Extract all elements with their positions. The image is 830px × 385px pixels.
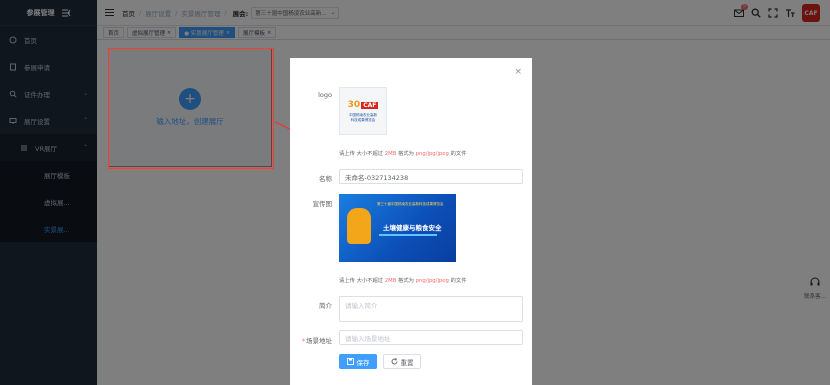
poster-decoration [379,234,437,236]
logo-brand: CAF [361,101,379,109]
refresh-icon [391,358,397,365]
poster-upload-tip: 请上传 大小不超过 2MB 格式为 png/jpg/jpeg 的文件 [339,278,467,284]
reset-button[interactable]: 重置 [383,354,421,369]
scene-url-input[interactable]: 请输入场景地址 [339,330,523,345]
intro-textarea[interactable]: 请输入简介 [339,296,523,322]
name-input[interactable]: 未命名-0327134238 [339,169,523,184]
logo-upload[interactable]: 30 CAF 中国杨凌农业高新 科技成果博览会 [339,87,387,135]
name-label: 名称 [319,175,332,183]
logo-mark-number: 30 [347,100,361,110]
intro-label: 简介 [319,302,332,310]
logo-caption: 中国杨凌农业高新 科技成果博览会 [349,113,377,122]
create-hall-dialog: × logo 30 CAF 中国杨凌农业高新 科技成果博览会 请上传 大小不超过… [290,58,532,385]
mascot-image [347,208,371,244]
poster-subtitle: 第三十届中国杨凌农业高新科技成果博览会 [377,202,444,206]
highlight-box [108,48,274,169]
save-icon [346,358,354,365]
poster-upload[interactable]: 第三十届中国杨凌农业高新科技成果博览会 土壤健康与粮食安全 [339,194,456,262]
logo-image: 30 CAF [348,100,379,110]
close-icon[interactable]: × [514,67,522,77]
poster-title: 土壤健康与粮食安全 [383,224,442,232]
logo-upload-tip: 请上传 大小不超过 2MB 格式为 png/jpg/jpeg 的文件 [339,151,467,157]
logo-label: logo [318,91,332,99]
save-button[interactable]: 保存 [339,354,377,369]
scene-url-label: *场景地址 [301,337,332,345]
poster-label: 宣传图 [312,200,333,208]
